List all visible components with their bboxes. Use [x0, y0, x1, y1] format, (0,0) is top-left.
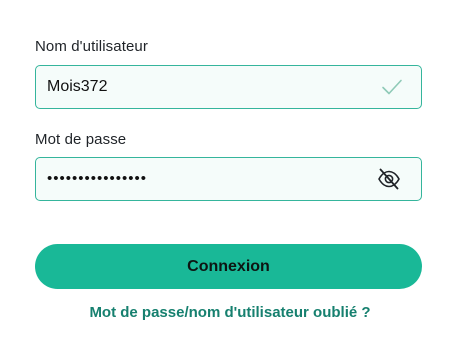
username-field-container	[35, 65, 422, 109]
login-button[interactable]: Connexion	[35, 244, 422, 289]
check-icon	[382, 79, 402, 95]
forgot-credentials-link[interactable]: Mot de passe/nom d'utilisateur oublié ?	[0, 304, 460, 321]
username-label: Nom d'utilisateur	[35, 38, 148, 55]
password-label: Mot de passe	[35, 131, 127, 148]
eye-slash-icon[interactable]	[377, 168, 401, 190]
password-input[interactable]	[47, 158, 367, 199]
username-input[interactable]	[47, 66, 367, 107]
password-field-container	[35, 157, 422, 201]
login-form: Nom d'utilisateur Mot de passe Connexion…	[0, 0, 460, 360]
